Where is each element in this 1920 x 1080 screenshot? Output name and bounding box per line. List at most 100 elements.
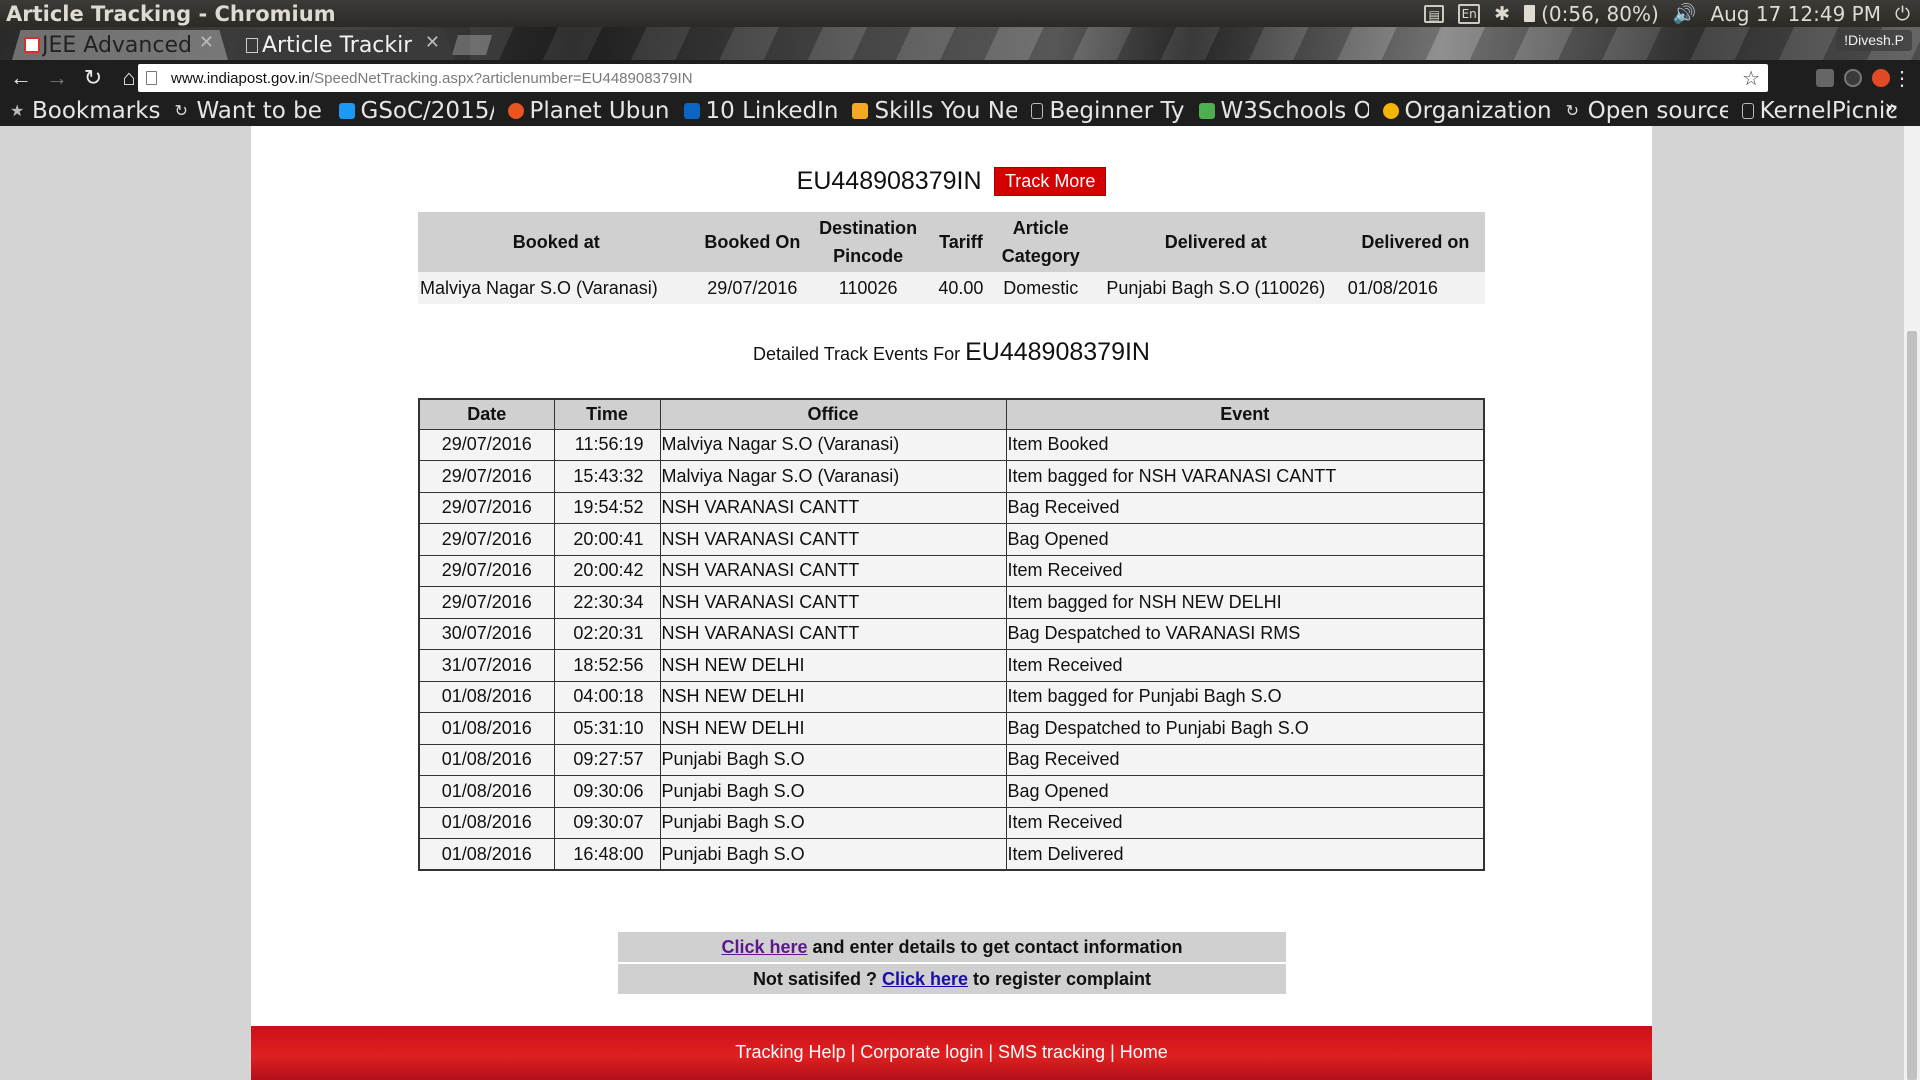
bookmark-label: Planet Ubun	[529, 98, 670, 124]
column-header: Time	[553, 398, 661, 430]
page-icon	[1741, 103, 1754, 119]
forward-arrow-icon[interactable]: →	[42, 63, 72, 93]
bookmark-label: Want to be s	[196, 98, 325, 124]
column-header: Delivered on	[1345, 212, 1485, 272]
table-cell: Punjabi Bagh S.O (110026)	[1085, 272, 1346, 304]
network-icon[interactable]: ▤	[1424, 4, 1445, 23]
power-icon[interactable]: ⏻	[1895, 3, 1910, 25]
table-cell: 09:30:07	[553, 806, 661, 839]
back-arrow-icon[interactable]: ←	[6, 63, 36, 93]
table-cell: 29/07/2016	[418, 428, 555, 461]
column-header: Tariff	[926, 212, 996, 272]
clock[interactable]: Aug 17 12:49 PM	[1710, 2, 1881, 26]
table-row: 01/08/2016 09:27:57 Punjabi Bagh S.O Bag Re…	[418, 743, 1485, 776]
footer-link-corporate-login[interactable]: Corporate login	[860, 1042, 983, 1062]
bookmark-item[interactable]: 10 LinkedIn	[683, 98, 838, 124]
reload-icon[interactable]: ↻	[78, 63, 108, 93]
url-path: /SpeedNetTracking.aspx?articlenumber=EU4…	[309, 69, 693, 87]
table-cell: NSH VARANASI CANTT	[659, 523, 1007, 556]
track-more-button[interactable]: Track More	[993, 167, 1107, 196]
table-cell: Item Received	[1005, 649, 1485, 682]
table-row: 29/07/2016 11:56:19 Malviya Nagar S.O (Var…	[418, 428, 1485, 461]
url-host: www.indiapost.gov.in	[171, 69, 310, 87]
table-cell: Malviya Nagar S.O (Varanasi)	[659, 428, 1007, 461]
column-header: Destination Pincode	[810, 212, 927, 272]
bookmark-label: Bookmarks	[32, 98, 161, 124]
table-cell: Punjabi Bagh S.O	[659, 743, 1007, 776]
table-cell: NSH VARANASI CANTT	[659, 491, 1007, 524]
bookmark-label: Skills You Ne	[874, 98, 1018, 124]
table-cell: Domestic	[995, 272, 1086, 304]
extension-icon[interactable]	[1872, 69, 1890, 87]
table-cell: 29/07/2016	[694, 272, 811, 304]
bookmark-item[interactable]: Skills You Ne	[852, 98, 1017, 124]
tab-article-tracking[interactable]: Article Trackin ✕	[232, 30, 454, 60]
table-cell: 01/08/2016	[418, 775, 555, 808]
table-cell: Bag Opened	[1005, 523, 1485, 556]
table-cell: 04:00:18	[553, 680, 661, 713]
profile-button[interactable]: !Divesh.P	[1836, 30, 1912, 51]
column-header: Booked On	[694, 212, 811, 272]
address-bar[interactable]: www.indiapost.gov.in/SpeedNetTracking.as…	[138, 64, 1768, 92]
table-cell: 19:54:52	[553, 491, 661, 524]
contact-click-here-link[interactable]: Click here	[721, 937, 807, 957]
gear-icon	[1382, 103, 1399, 119]
page-icon	[246, 38, 258, 53]
contact-info-text: and enter details to get contact informa…	[807, 937, 1183, 957]
menu-icon[interactable]: ⋮	[1892, 66, 1912, 91]
s-icon	[852, 103, 869, 119]
table-cell: Bag Received	[1005, 491, 1485, 524]
bookmarks-overflow-button[interactable]: »	[1885, 96, 1898, 121]
bluetooth-icon[interactable]: ✱	[1494, 3, 1510, 25]
footer-link-sms-tracking[interactable]: SMS tracking	[998, 1042, 1105, 1062]
table-row: 29/07/2016 20:00:42 NSH VARANASI CANTT Item…	[418, 554, 1485, 587]
extension-icon[interactable]	[1844, 69, 1862, 87]
bookmarks-bar: ★ Bookmarks ↻ Want to be s GSoC/2015/I P…	[0, 96, 1920, 126]
bookmark-item[interactable]: ↻ Want to be s	[175, 98, 325, 124]
extension-icon[interactable]	[1816, 69, 1834, 87]
complaint-click-here-link[interactable]: Click here	[882, 969, 968, 989]
bookmark-item[interactable]: W3Schools O	[1198, 98, 1369, 124]
table-header-row: Booked at Booked On Destination Pincode …	[418, 212, 1485, 272]
bookmark-item[interactable]: ★ Bookmarks	[10, 98, 161, 124]
bookmark-item[interactable]: GSoC/2015/I	[338, 98, 494, 124]
close-icon[interactable]: ✕	[199, 32, 214, 53]
page-scrollbar[interactable]	[1904, 126, 1920, 1080]
footer-link-home[interactable]: Home	[1120, 1042, 1168, 1062]
table-row: 29/07/2016 20:00:41 NSH VARANASI CANTT Bag …	[418, 523, 1485, 556]
tab-jee-advanced[interactable]: JEE Advanced ✕	[12, 30, 228, 60]
close-icon[interactable]: ✕	[425, 32, 440, 53]
table-cell: 09:27:57	[553, 743, 661, 776]
window-title: Article Tracking - Chromium	[6, 1, 336, 26]
article-header: EU448908379IN Track More	[251, 167, 1652, 196]
table-cell: 01/08/2016	[418, 838, 555, 871]
scrollbar-thumb[interactable]	[1907, 331, 1917, 1080]
table-cell: Malviya Nagar S.O (Varanasi)	[659, 460, 1007, 493]
bookmark-item[interactable]: KernelPicnic	[1741, 98, 1898, 124]
gmail-icon	[24, 37, 40, 53]
column-header: Date	[418, 398, 555, 430]
events-heading-label: Detailed Track Events For	[753, 344, 961, 364]
page-info-icon[interactable]	[146, 71, 157, 85]
bookmark-item[interactable]: Beginner Ty	[1031, 98, 1185, 124]
footer-link-tracking-help[interactable]: Tracking Help	[735, 1042, 845, 1062]
table-row: 01/08/2016 16:48:00 Punjabi Bagh S.O Item D…	[418, 838, 1485, 871]
bookmark-label: Beginner Ty	[1049, 98, 1185, 124]
refresh-icon: ↻	[1565, 101, 1579, 120]
tab-label: JEE Advanced	[42, 32, 192, 58]
bookmark-item[interactable]: Planet Ubun	[507, 98, 670, 124]
keyboard-layout-indicator[interactable]: En	[1458, 3, 1481, 24]
battery-indicator[interactable]: (0:56, 80%)	[1524, 2, 1659, 26]
table-row: 01/08/2016 04:00:18 NSH NEW DELHI Item bagg…	[418, 680, 1485, 713]
table-cell: 22:30:34	[553, 586, 661, 619]
table-cell: 18:52:56	[553, 649, 661, 682]
table-cell: 01/08/2016	[418, 712, 555, 745]
bookmark-item[interactable]: ↻ Open source	[1566, 98, 1728, 124]
bookmark-star-icon[interactable]: ☆	[1742, 66, 1760, 91]
system-tray: ▤ En ✱ (0:56, 80%) 🔊 Aug 17 12:49 PM ⏻	[1424, 2, 1920, 26]
footer-separator: |	[988, 1042, 994, 1062]
new-tab-button[interactable]	[452, 35, 492, 55]
bookmark-item[interactable]: Organization	[1382, 98, 1552, 124]
volume-icon[interactable]: 🔊	[1673, 2, 1697, 25]
column-header: Booked at	[418, 212, 695, 272]
